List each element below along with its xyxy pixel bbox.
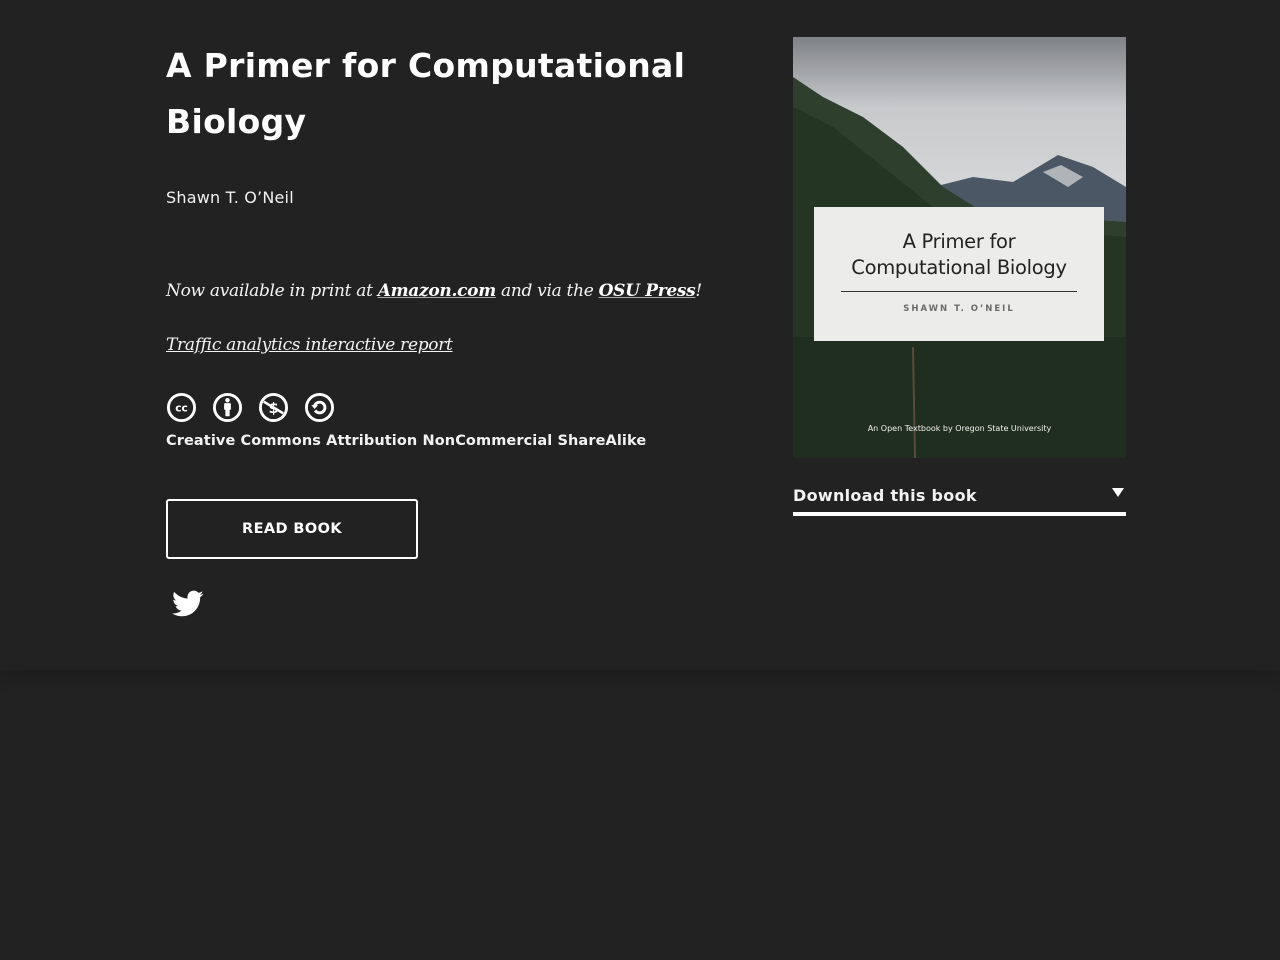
amazon-link[interactable]: Amazon.com — [378, 281, 496, 301]
license-text: Creative Commons Attribution NonCommerci… — [166, 433, 647, 449]
book-cover-image[interactable]: A Primer for Computational Biology SHAWN… — [793, 37, 1126, 458]
caret-down-icon[interactable] — [1112, 487, 1124, 497]
book-sidebar: A Primer for Computational Biology SHAWN… — [793, 37, 1126, 516]
sharealike-icon — [304, 392, 335, 423]
attribution-icon — [212, 392, 243, 423]
twitter-icon[interactable] — [172, 589, 204, 619]
print-availability-note: Now available in print at Amazon.com and… — [166, 278, 726, 304]
cover-title: A Primer for Computational Biology — [814, 229, 1104, 281]
cover-title-line-1: A Primer for — [902, 230, 1016, 253]
download-book-dropdown[interactable]: Download this book — [793, 480, 1126, 516]
osu-press-link[interactable]: OSU Press — [599, 281, 696, 301]
promo-suffix: ! — [695, 281, 702, 301]
promo-prefix: Now available in print at — [166, 281, 378, 301]
cover-author: SHAWN T. O’NEIL — [903, 304, 1015, 314]
cc-icon: cc — [166, 392, 197, 423]
book-author: Shawn T. O’Neil — [166, 188, 294, 207]
cover-title-panel: A Primer for Computational Biology SHAWN… — [814, 207, 1104, 341]
noncommercial-icon: $ — [258, 392, 289, 423]
cover-title-line-2: Computational Biology — [851, 256, 1067, 279]
read-book-button[interactable]: READ BOOK — [166, 499, 418, 559]
download-label: Download this book — [793, 485, 977, 505]
svg-text:cc: cc — [175, 402, 188, 415]
cover-footer: An Open Textbook by Oregon State Univers… — [867, 424, 1052, 433]
book-hero: A Primer for Computational Biology Shawn… — [0, 0, 1280, 670]
promo-middle: and via the — [495, 281, 599, 301]
license-icons: cc $ — [166, 392, 726, 423]
traffic-analytics-link[interactable]: Traffic analytics interactive report — [166, 332, 453, 358]
book-info: A Primer for Computational Biology Shawn… — [166, 38, 726, 619]
cover-divider — [841, 291, 1077, 292]
page-title: A Primer for Computational Biology — [166, 46, 686, 141]
